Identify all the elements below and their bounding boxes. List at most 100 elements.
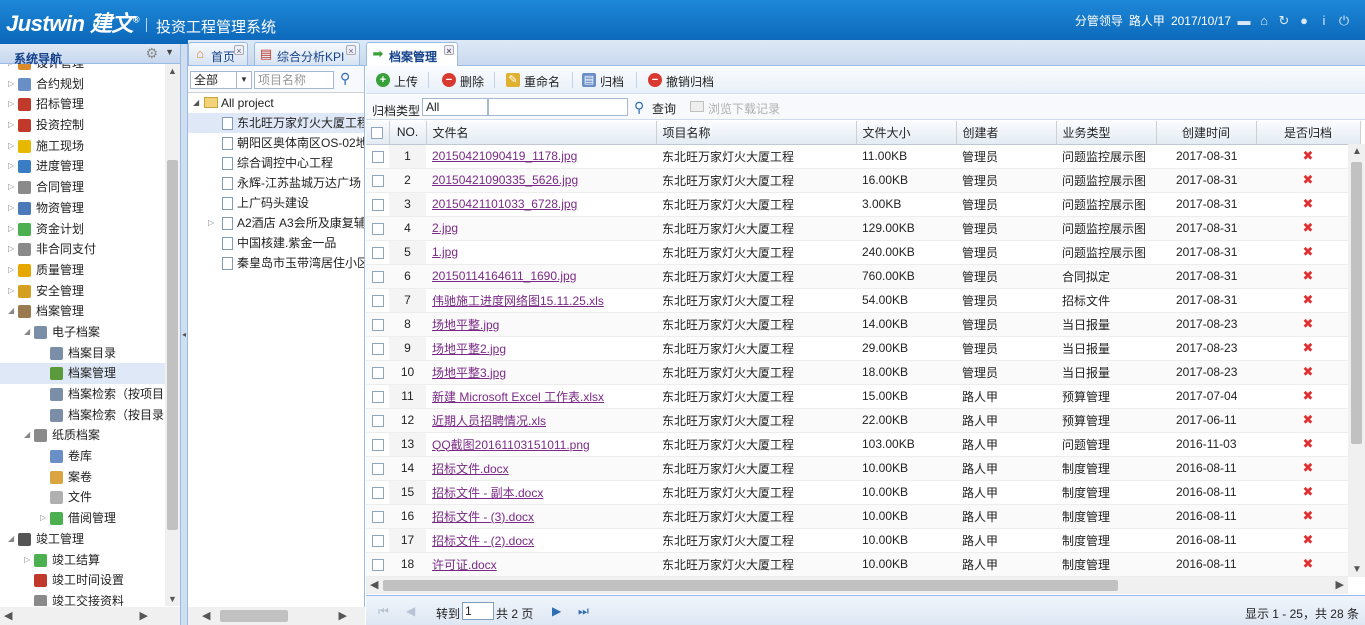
project-item[interactable]: 综合调控中心工程 — [188, 153, 364, 173]
collapse-icon[interactable]: ◢ — [193, 93, 199, 113]
message-icon[interactable]: ▬ — [1237, 13, 1251, 28]
table-row[interactable]: 9 场地平整2.jpg 东北旺万家灯火大厦工程 29.00KB 管理员 当日报量 2017-… — [366, 336, 1360, 361]
row-checkbox[interactable] — [366, 360, 389, 385]
scroll-left-icon[interactable]: ◀ — [4, 609, 12, 622]
project-item[interactable]: 秦皇岛市玉带湾居住小区 — [188, 253, 364, 273]
row-checkbox[interactable] — [366, 432, 389, 457]
row-checkbox[interactable] — [366, 240, 389, 265]
download-log-button[interactable]: 浏览下载记录 — [690, 100, 780, 117]
project-item[interactable]: 上广码头建设 — [188, 193, 364, 213]
file-link[interactable]: 招标文件 - 副本.docx — [432, 486, 543, 500]
rename-button[interactable]: ✎ 重命名 — [506, 73, 560, 90]
table-row[interactable]: 17 招标文件 - (2).docx 东北旺万家灯火大厦工程 10.00KB 路人甲 制度… — [366, 528, 1360, 553]
table-row[interactable]: 14 招标文件.docx 东北旺万家灯火大厦工程 10.00KB 路人甲 制度管理 2016… — [366, 456, 1360, 481]
sidebar-item[interactable]: ▷ 非合同支付 — [0, 239, 165, 260]
table-row[interactable]: 16 招标文件 - (3).docx 东北旺万家灯火大厦工程 10.00KB 路人甲 制度… — [366, 504, 1360, 529]
gear-icon[interactable]: ⚙ — [145, 45, 158, 62]
sidebar-item[interactable]: ◢ 电子档案 — [0, 322, 165, 343]
sidebar-item[interactable]: ▷ 竣工结算 — [0, 550, 165, 571]
collapse-icon[interactable]: ◢ — [8, 529, 16, 550]
collapse-icon[interactable]: ◢ — [24, 322, 32, 343]
query-button[interactable]: ⚲ 查询 — [634, 99, 676, 117]
collapse-icon[interactable]: ◂ — [182, 330, 186, 339]
sidebar-item[interactable]: ▷ 质量管理 — [0, 260, 165, 281]
archive-button[interactable]: ▤ 归档 — [582, 73, 624, 90]
file-link[interactable]: 招标文件 - (3).docx — [432, 510, 534, 524]
sidebar-item[interactable]: 档案检索（按项目 — [0, 384, 165, 405]
project-item[interactable]: 东北旺万家灯火大厦工程 — [188, 113, 364, 133]
scroll-thumb[interactable] — [383, 580, 1118, 591]
sidebar-item[interactable]: ▷ 合约规划 — [0, 74, 165, 95]
expand-icon[interactable]: ▷ — [8, 198, 16, 219]
close-icon[interactable]: × — [234, 45, 244, 56]
row-checkbox[interactable] — [366, 504, 389, 529]
sidebar-item[interactable]: 档案检索（按目录 — [0, 405, 165, 426]
expand-icon[interactable]: ▷ — [8, 239, 16, 260]
close-icon[interactable]: × — [346, 45, 356, 56]
delete-button[interactable]: − 删除 — [442, 73, 484, 90]
project-item[interactable]: 朝阳区奥体南区OS-02地块 — [188, 133, 364, 153]
sidebar-scrollbar[interactable]: ▲ ▼ — [165, 64, 180, 606]
tab-kpi[interactable]: ▤ 综合分析KPI × — [254, 42, 360, 65]
file-link[interactable]: 20150421090419_1178.jpg — [432, 149, 577, 163]
last-page-icon[interactable]: ⏭ — [578, 604, 589, 619]
column-header-created[interactable]: 创建时间 — [1156, 121, 1257, 145]
expand-icon[interactable]: ▷ — [8, 281, 16, 302]
row-checkbox[interactable] — [366, 384, 389, 409]
row-checkbox[interactable] — [366, 144, 389, 169]
table-row[interactable]: 8 场地平整.jpg 东北旺万家灯火大厦工程 14.00KB 管理员 当日报量 2017-0… — [366, 312, 1360, 337]
first-page-icon[interactable]: ⏮ — [378, 604, 389, 619]
grid-hscrollbar[interactable]: ◀ ▶ — [366, 577, 1348, 594]
expand-icon[interactable]: ▷ — [24, 550, 32, 571]
table-row[interactable]: 4 2.jpg 东北旺万家灯火大厦工程 129.00KB 管理员 问题监控展示图 2017-… — [366, 216, 1360, 241]
row-checkbox[interactable] — [366, 312, 389, 337]
table-row[interactable]: 15 招标文件 - 副本.docx 东北旺万家灯火大厦工程 10.00KB 路人甲 制度管… — [366, 480, 1360, 505]
collapse-icon[interactable]: ◢ — [8, 301, 16, 322]
scroll-up-icon[interactable]: ▲ — [168, 66, 177, 76]
archive-type-select[interactable]: All — [422, 98, 488, 116]
row-checkbox[interactable] — [366, 264, 389, 289]
file-link[interactable]: 场地平整.jpg — [432, 318, 499, 332]
file-link[interactable]: 场地平整2.jpg — [432, 342, 506, 356]
sidebar-item[interactable]: ▷ 进度管理 — [0, 156, 165, 177]
file-link[interactable]: 招标文件.docx — [432, 462, 509, 476]
panel-splitter[interactable]: ◂ — [181, 44, 188, 625]
table-row[interactable]: 7 伟驰施工进度网络图15.11.25.xls 东北旺万家灯火大厦工程 54.00KB… — [366, 288, 1360, 313]
file-link[interactable]: 场地平整3.jpg — [432, 366, 506, 380]
project-tree-root[interactable]: ◢ All project — [188, 93, 364, 113]
row-checkbox[interactable] — [366, 288, 389, 313]
row-checkbox[interactable] — [366, 480, 389, 505]
scroll-right-icon[interactable]: ▶ — [140, 609, 148, 622]
tab-archive[interactable]: ➡ 档案管理 × — [366, 42, 458, 66]
upload-button[interactable]: + 上传 — [376, 73, 418, 90]
row-checkbox[interactable] — [366, 168, 389, 193]
project-item[interactable]: 永辉-江苏盐城万达广场 — [188, 173, 364, 193]
expand-icon[interactable]: ▷ — [40, 508, 48, 529]
project-item[interactable]: 中国核建.紫金一品 — [188, 233, 364, 253]
sidebar-item[interactable]: ▷ 投资控制 — [0, 115, 165, 136]
sidebar-item[interactable]: 案卷 — [0, 467, 165, 488]
scroll-left-icon[interactable]: ◀ — [370, 578, 378, 591]
scroll-left-icon[interactable]: ◀ — [202, 609, 210, 622]
row-checkbox[interactable] — [366, 216, 389, 241]
expand-icon[interactable]: ▷ — [8, 219, 16, 240]
user-icon[interactable]: ● — [1297, 13, 1311, 28]
scroll-up-icon[interactable]: ▲ — [1352, 146, 1362, 157]
sidebar-item[interactable]: 竣工交接资料 — [0, 591, 165, 606]
sidebar-item[interactable]: 档案管理 — [0, 363, 165, 384]
expand-icon[interactable]: ▷ — [8, 94, 16, 115]
sidebar-item[interactable]: ▷ 施工现场 — [0, 136, 165, 157]
scroll-thumb[interactable] — [1351, 162, 1362, 444]
table-row[interactable]: 18 许可证.docx 东北旺万家灯火大厦工程 10.00KB 路人甲 制度管理 2016-… — [366, 552, 1360, 577]
project-hscrollbar[interactable]: ◀ ▶ — [188, 607, 365, 625]
table-row[interactable]: 3 20150421101033_6728.jpg 东北旺万家灯火大厦工程 3.00K… — [366, 192, 1360, 217]
search-icon[interactable]: ⚲ — [340, 70, 350, 87]
row-checkbox[interactable] — [366, 456, 389, 481]
scroll-down-icon[interactable]: ▼ — [1352, 564, 1362, 575]
sidebar-item[interactable]: ◢ 纸质档案 — [0, 425, 165, 446]
file-link[interactable]: QQ截图20161103151011.png — [432, 438, 590, 452]
table-row[interactable]: 13 QQ截图20161103151011.png 东北旺万家灯火大厦工程 103.0… — [366, 432, 1360, 457]
file-link[interactable]: 许可证.docx — [432, 558, 497, 572]
column-header-size[interactable]: 文件大小 — [856, 121, 957, 145]
project-filter-select[interactable]: 全部 ▼ — [190, 71, 252, 89]
